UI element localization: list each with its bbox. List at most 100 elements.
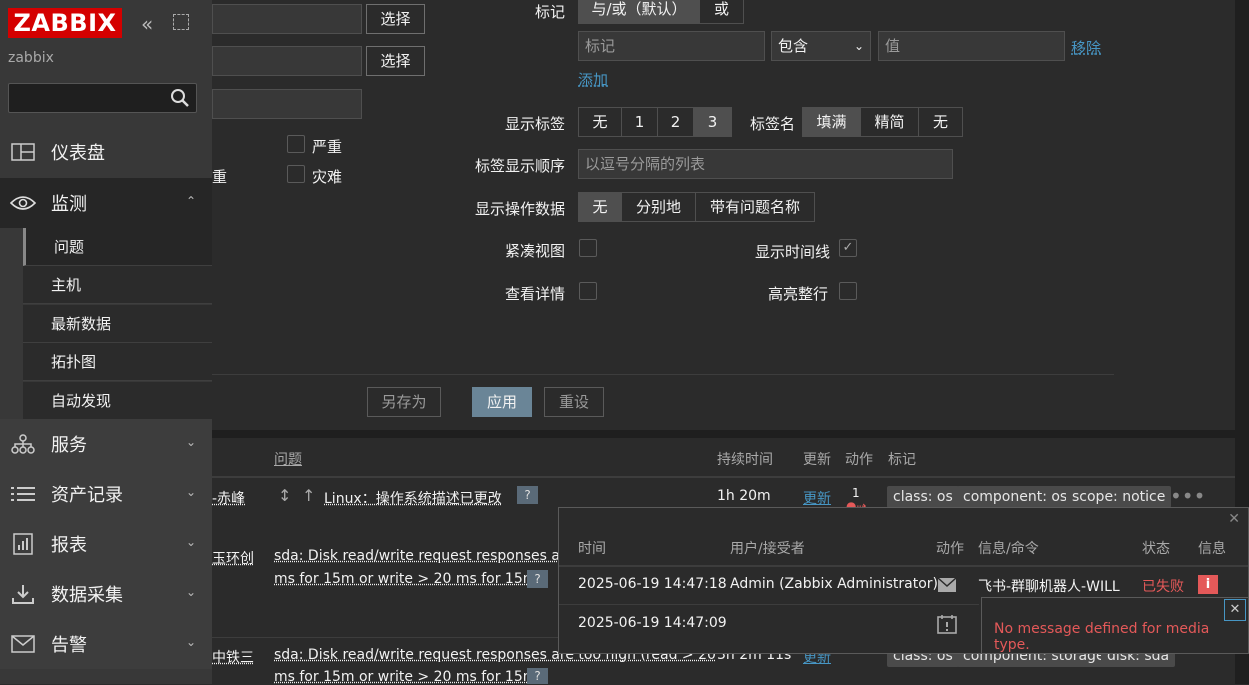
question-icon[interactable]: ? [527,668,548,684]
add-tag-link[interactable]: 添加 [578,69,608,90]
remove-tag-link[interactable]: 移除 [1071,37,1101,58]
row-actions-count[interactable]: 1 [852,486,860,500]
show-ops-none[interactable]: 无 [579,193,622,221]
zabbix-logo[interactable]: ZABBIX [8,8,122,38]
collapse-sidebar-icon[interactable]: « [141,12,153,36]
search-icon[interactable] [170,88,190,108]
row-host[interactable]: 玉环创 [212,548,254,568]
show-tags-toggle: 无 1 2 3 [578,107,732,137]
popup-row-status: 已失败 [1142,579,1184,595]
header-duration: 持续时间 [717,452,773,468]
menu-dashboard[interactable]: 仪表盘 [0,127,212,177]
row-tag[interactable]: component: os [957,486,1074,508]
show-tags-label: 显示标签 [504,115,565,133]
header-problem[interactable]: 问题 [274,449,302,469]
menu-monitoring[interactable]: 监测 ⌃ [0,178,212,228]
show-tags-3[interactable]: 3 [694,108,731,136]
tags-mode-or[interactable]: 或 [700,0,743,23]
show-timeline-checkbox[interactable]: ✓ [839,239,857,257]
tag-name-input[interactable]: 标记 [578,31,765,61]
severity-high-checkbox[interactable] [287,135,305,153]
chevron-down-icon: ⌄ [185,485,196,499]
calendar-icon [937,615,957,634]
host-select-button[interactable]: 选择 [366,46,425,76]
apply-button[interactable]: 应用 [472,387,532,417]
search-input[interactable] [8,83,197,113]
server-name: zabbix [8,50,54,66]
tag-name-full[interactable]: 填满 [803,108,861,136]
submenu-hosts[interactable]: 主机 [23,266,212,304]
show-tags-1[interactable]: 1 [622,108,658,136]
sidebar: ZABBIX « zabbix 仪表盘 监测 ⌃ 问题 主机 最新数据 拓扑图 … [0,0,212,684]
more-icon[interactable]: ••• [1170,484,1205,508]
severity-label-high-partial: 重 [212,168,228,186]
popup-header-user: 用户/接受者 [730,541,805,557]
info-icon[interactable]: i [1198,575,1218,594]
tag-name-none[interactable]: 无 [919,108,962,136]
envelope-icon [10,633,36,655]
tag-name-short[interactable]: 精简 [861,108,919,136]
host-group-select-button[interactable]: 选择 [366,4,425,34]
filter-divider [212,374,1114,375]
severity-disaster-label: 灾难 [312,168,343,186]
chevron-down-icon: ⌄ [185,635,196,649]
popup-header-message: 信息/命令 [978,541,1039,557]
compact-view-checkbox[interactable] [579,239,597,257]
row-problem[interactable]: Linux：操作系统描述已更改 [324,488,502,508]
row-problem[interactable]: sda: Disk read/write request responses a… [274,548,574,564]
download-icon [10,583,36,605]
tags-label: 标记 [534,3,565,21]
submenu-problems[interactable]: 问题 [23,228,212,266]
row-update-link[interactable]: 更新 [803,488,831,508]
popup-row-user: Admin (Zabbix Administrator) [730,576,938,592]
submenu-discovery[interactable]: 自动发现 [23,382,212,420]
kiosk-mode-icon[interactable] [173,14,189,30]
row-problem-line2[interactable]: ms for 15m or write > 20 ms for 15m) [274,571,542,587]
tag-value-input[interactable]: 值 [878,31,1065,61]
popup-header-time: 时间 [578,541,606,557]
host-input[interactable] [212,46,362,76]
menu-inventory[interactable]: 资产记录 ⌄ [0,469,212,519]
tag-operator-select[interactable]: 包含 ⌄ [771,31,871,61]
header-actions: 动作 [845,452,873,468]
show-ops-separately[interactable]: 分别地 [622,193,696,221]
question-icon[interactable]: ? [517,486,538,504]
row-tag[interactable]: class: os [887,486,959,508]
show-details-checkbox[interactable] [579,282,597,300]
show-ops-with-name[interactable]: 带有问题名称 [696,193,814,221]
highlight-row-checkbox[interactable] [839,282,857,300]
host-group-input[interactable] [212,4,362,34]
popup-row-divider [559,604,979,605]
submenu-maps[interactable]: 拓扑图 [23,343,212,381]
popup-header-info: 信息 [1198,541,1226,557]
tag-order-label: 标签显示顺序 [474,157,565,175]
reset-button[interactable]: 重设 [544,387,604,417]
menu-data-collection[interactable]: 数据采集 ⌄ [0,569,212,619]
submenu-latest-data[interactable]: 最新数据 [23,305,212,343]
severity-disaster-checkbox[interactable] [287,165,305,183]
header-tags: 标记 [888,452,916,468]
close-icon[interactable]: ✕ [1224,599,1246,621]
show-tags-2[interactable]: 2 [658,108,694,136]
row-problem-line2[interactable]: ms for 15m or write > 20 ms for 15m) [274,669,542,685]
question-icon[interactable]: ? [527,570,548,588]
row-host[interactable]: 中铁三 [212,647,254,667]
menu-reports[interactable]: 报表 ⌄ [0,519,212,569]
show-ops-label: 显示操作数据 [474,200,565,218]
row-host[interactable]: -赤峰 [212,488,245,508]
close-icon[interactable]: ✕ [1228,511,1240,527]
tag-order-input[interactable]: 以逗号分隔的列表 [578,149,953,179]
menu-services[interactable]: 服务 ⌄ [0,419,212,469]
menu-alerts[interactable]: 告警 ⌄ [0,619,212,669]
trigger-input[interactable] [212,89,362,119]
chevron-up-icon: ⌃ [185,194,196,208]
tags-mode-and-or[interactable]: 与/或（默认） [579,0,700,23]
show-details-label: 查看详情 [504,285,565,303]
show-tags-none[interactable]: 无 [579,108,622,136]
row-duration: 1h 20m [717,488,771,504]
chevron-down-icon: ⌄ [853,39,864,53]
rank-icon[interactable]: ↕ [278,486,291,505]
save-as-button[interactable]: 另存为 [367,387,441,417]
row-tag[interactable]: scope: notice [1066,486,1172,508]
section-gap [212,430,1249,438]
